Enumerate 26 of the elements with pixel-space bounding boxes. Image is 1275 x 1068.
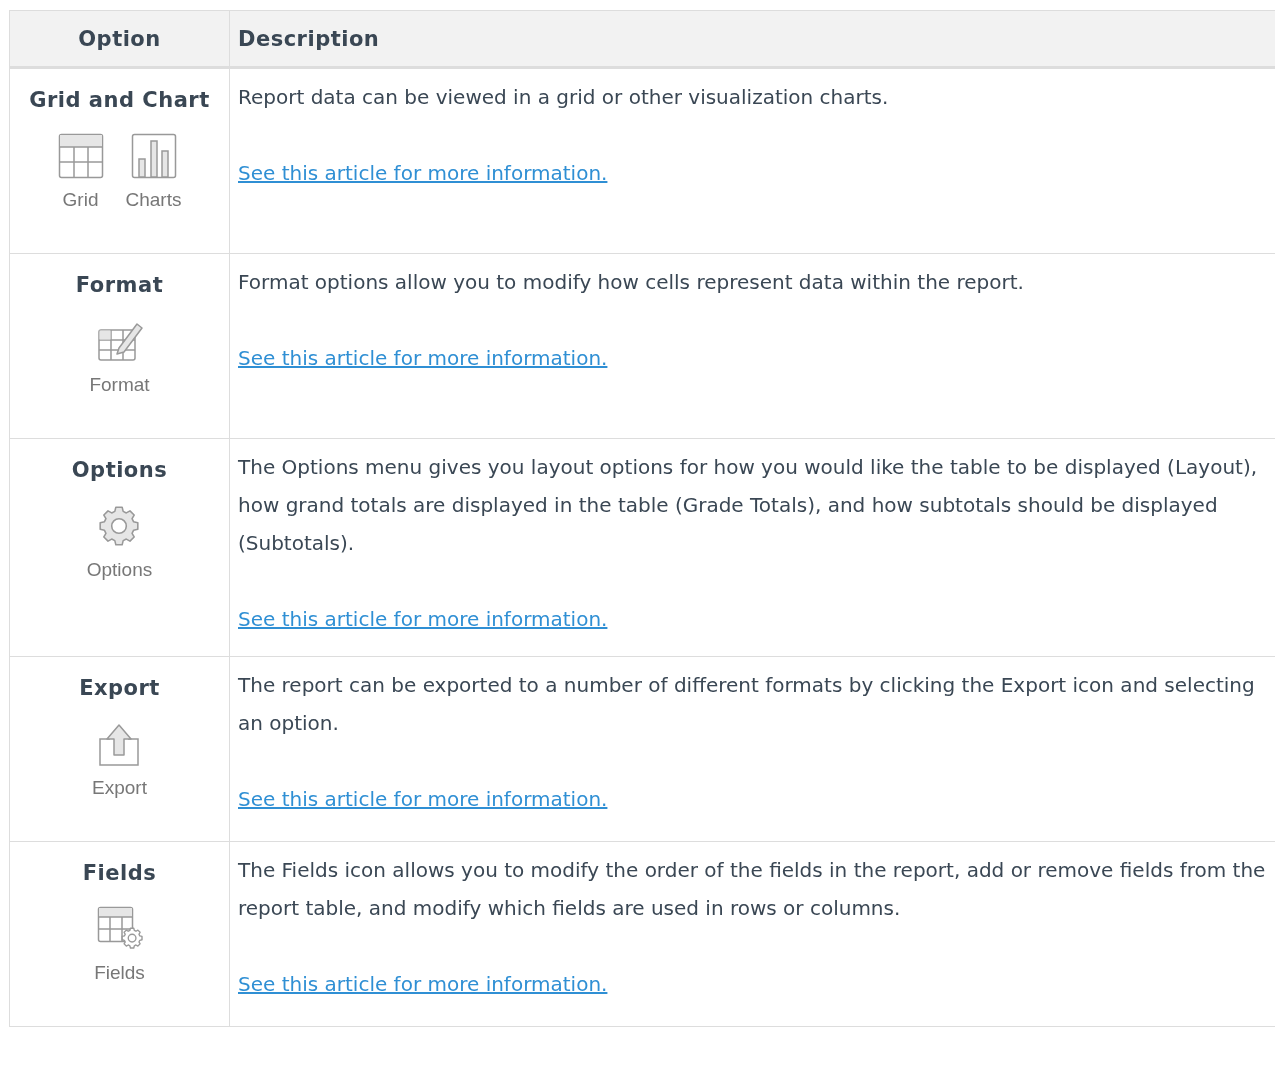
option-title: Format xyxy=(74,272,165,299)
column-header: Description xyxy=(238,26,380,51)
description-text: Report data can be viewed in a grid or other visualization charts. xyxy=(238,84,890,111)
icon-label: Format xyxy=(89,374,150,396)
description-text: The Options menu gives you layout options for how you would like the table to be displayed (Layout), how grand totals are displayed in the table (Grade Totals), and how subtotals should be displayed (Subtotals). xyxy=(238,454,1259,557)
icon-label: Charts xyxy=(125,189,182,211)
article-link[interactable]: See this article for more information. xyxy=(238,607,608,631)
column-header: Option xyxy=(78,26,161,51)
description-text: Format options allow you to modify how cells represent data within the report. xyxy=(238,269,1025,296)
option-title: Fields xyxy=(81,860,158,887)
icon-label: Grid xyxy=(62,189,99,211)
option-title: Export xyxy=(78,675,161,702)
table-gear-icon xyxy=(96,906,143,952)
icon-label: Export xyxy=(92,777,147,799)
article-link[interactable]: See this article for more information. xyxy=(238,787,608,811)
grid-icon xyxy=(57,133,104,179)
icon-label: Options xyxy=(86,559,153,581)
bar-chart-icon xyxy=(130,133,177,179)
icon-label: Fields xyxy=(94,962,145,984)
article-link[interactable]: See this article for more information. xyxy=(238,161,608,185)
option-title: Grid and Chart xyxy=(28,87,211,114)
description-text: The report can be exported to a number of different formats by clicking the Export icon and selecting an option. xyxy=(238,672,1256,737)
article-link[interactable]: See this article for more information. xyxy=(238,972,608,996)
article-link[interactable]: See this article for more information. xyxy=(238,346,608,370)
description-text: The Fields icon allows you to modify the order of the fields in the report, add or remove fields from the report table, and modify which fields are used in rows or columns. xyxy=(238,857,1267,922)
option-title: Options xyxy=(70,457,169,484)
